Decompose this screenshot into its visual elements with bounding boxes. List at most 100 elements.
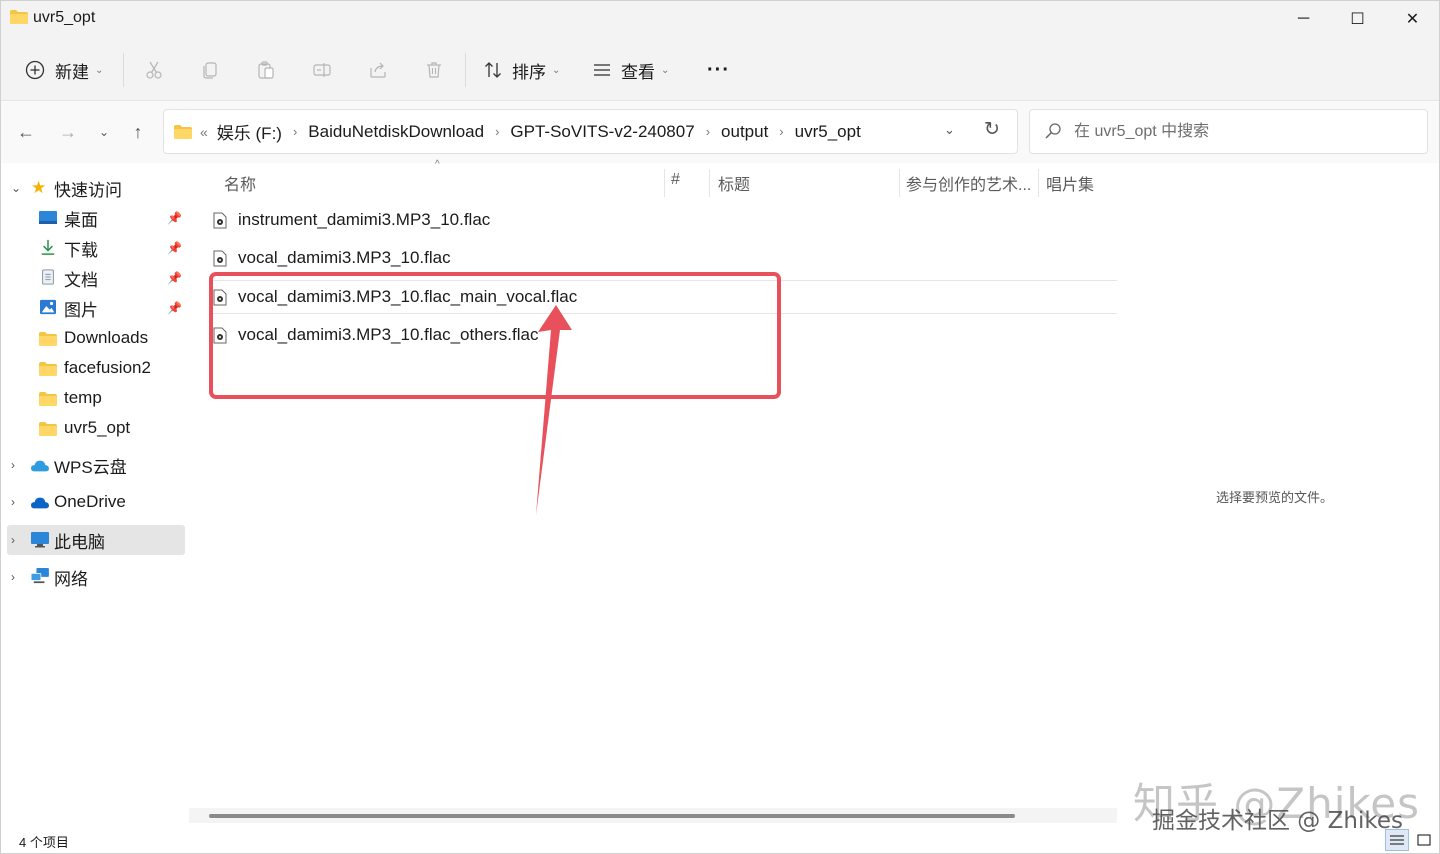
column-divider xyxy=(709,169,710,197)
sidebar-item-downloads-cn[interactable]: 下载 📌 xyxy=(1,233,185,263)
picture-icon xyxy=(40,299,56,315)
column-divider xyxy=(899,169,900,197)
chevron-down-icon: ⌄ xyxy=(98,125,110,139)
more-options-button[interactable]: ··· xyxy=(707,51,730,89)
file-row[interactable]: vocal_damimi3.MP3_10.flac_others.flac xyxy=(209,318,1109,352)
new-button[interactable]: 新建 ⌄ xyxy=(25,51,103,89)
share-button[interactable] xyxy=(363,55,393,85)
file-name: instrument_damimi3.MP3_10.flac xyxy=(238,210,491,229)
sort-icon xyxy=(485,62,501,78)
maximize-button[interactable]: ☐ xyxy=(1330,1,1385,37)
scissors-icon xyxy=(146,61,162,79)
toolbar-divider xyxy=(123,53,124,87)
chevron-right-icon: › xyxy=(705,124,711,139)
chevron-right-icon: › xyxy=(495,124,500,139)
sidebar-item-this-pc[interactable]: › 此电脑 xyxy=(7,525,185,555)
close-button[interactable]: ✕ xyxy=(1385,1,1439,37)
onedrive-icon xyxy=(31,497,49,509)
column-header-artists[interactable]: 参与创作的艺术... xyxy=(906,171,1031,195)
sidebar-item-label: facefusion2 xyxy=(64,358,151,377)
sidebar-item-desktop[interactable]: 桌面 📌 xyxy=(1,203,185,233)
scrollbar-thumb[interactable] xyxy=(209,814,1015,818)
breadcrumb-gpt-sovits[interactable]: GPT-SoVITS-v2-240807 xyxy=(510,122,694,142)
search-box[interactable] xyxy=(1029,109,1428,154)
file-row[interactable]: vocal_damimi3.MP3_10.flac_main_vocal.fla… xyxy=(209,280,1117,314)
cloud-icon xyxy=(31,460,49,472)
sidebar-item-quick-access[interactable]: ⌄ ★ 快速访问 xyxy=(1,173,185,203)
chevron-down-icon: ⌄ xyxy=(95,64,104,76)
cut-button[interactable] xyxy=(139,55,169,85)
sidebar-item-downloads[interactable]: Downloads xyxy=(1,323,185,353)
folder-icon xyxy=(10,10,28,24)
address-bar[interactable]: « 娱乐 (F:) › BaiduNetdiskDownload › GPT-S… xyxy=(163,109,1018,154)
forward-button[interactable]: → xyxy=(53,117,83,147)
audio-file-icon xyxy=(213,289,227,305)
title-bar: uvr5_opt ─ ☐ ✕ xyxy=(1,1,1439,41)
breadcrumb: « 娱乐 (F:) › BaiduNetdiskDownload › GPT-S… xyxy=(200,110,861,153)
chevron-right-icon: › xyxy=(11,570,15,584)
sidebar-item-label: OneDrive xyxy=(54,492,126,511)
recent-locations-button[interactable]: ⌄ xyxy=(89,117,119,147)
chevron-down-icon: ⌄ xyxy=(11,181,22,195)
new-label: 新建 xyxy=(55,62,89,82)
file-row[interactable]: vocal_damimi3.MP3_10.flac xyxy=(209,241,1109,275)
column-divider xyxy=(1038,169,1039,197)
file-row[interactable]: instrument_damimi3.MP3_10.flac xyxy=(209,203,1109,237)
trash-icon xyxy=(427,62,441,78)
close-icon: ✕ xyxy=(1405,11,1420,28)
large-icons-view-button[interactable] xyxy=(1413,829,1435,851)
sort-label: 排序 xyxy=(512,62,546,82)
network-icon xyxy=(31,568,49,584)
column-header-number[interactable]: # xyxy=(671,171,680,189)
toolbar-divider xyxy=(465,53,466,87)
computer-icon xyxy=(31,532,49,548)
refresh-icon[interactable]: ↻ xyxy=(984,118,1000,141)
up-button[interactable]: ↑ xyxy=(123,117,153,147)
sidebar-item-facefusion2[interactable]: facefusion2 xyxy=(1,353,185,383)
rename-icon xyxy=(313,63,331,77)
audio-file-icon xyxy=(213,250,227,266)
rename-button[interactable] xyxy=(307,55,337,85)
chevron-right-icon: › xyxy=(11,533,15,547)
sidebar-item-label: 下载 xyxy=(64,240,98,260)
sidebar-item-label: uvr5_opt xyxy=(64,418,131,437)
breadcrumb-baidunetdisk[interactable]: BaiduNetdiskDownload xyxy=(308,122,484,142)
download-icon xyxy=(41,239,55,255)
sort-button[interactable]: 排序 ⌄ xyxy=(483,51,560,89)
paste-button[interactable] xyxy=(251,55,281,85)
sidebar-item-label: WPS云盘 xyxy=(54,457,127,477)
breadcrumb-overflow[interactable]: « xyxy=(200,124,208,140)
breadcrumb-uvr5-opt[interactable]: uvr5_opt xyxy=(795,122,861,142)
clipboard-icon xyxy=(258,61,274,79)
chevron-right-icon: › xyxy=(11,458,15,472)
horizontal-scrollbar[interactable] xyxy=(189,808,1117,823)
breadcrumb-output[interactable]: output xyxy=(721,122,768,142)
minimize-button[interactable]: ─ xyxy=(1276,1,1331,37)
column-header-title[interactable]: 标题 xyxy=(718,171,750,195)
sidebar-item-onedrive[interactable]: › OneDrive xyxy=(1,487,185,517)
command-bar: 新建 ⌄ 排序 ⌄ 查看 ⌄ ··· xyxy=(1,41,1439,101)
sidebar-item-documents[interactable]: 文档 📌 xyxy=(1,263,185,293)
sidebar-item-temp[interactable]: temp xyxy=(1,383,185,413)
sidebar-item-network[interactable]: › 网络 xyxy=(1,562,185,592)
address-dropdown-icon[interactable]: ⌄ xyxy=(944,122,955,138)
sidebar-item-label: 桌面 xyxy=(64,210,98,230)
item-count: 4 个项目 xyxy=(19,835,69,850)
search-input[interactable] xyxy=(1074,120,1414,144)
column-header-album[interactable]: 唱片集 xyxy=(1046,171,1094,195)
back-button[interactable]: ← xyxy=(11,117,41,147)
breadcrumb-drive[interactable]: 娱乐 (F:) xyxy=(217,119,282,144)
sidebar-item-label: 此电脑 xyxy=(54,532,105,552)
sidebar-item-pictures[interactable]: 图片 📌 xyxy=(1,293,185,323)
navigation-pane: ⌄ ★ 快速访问 桌面 📌 下载 📌 文档 📌 图片 📌 Downloads f… xyxy=(1,163,187,823)
arrow-up-icon: ↑ xyxy=(133,121,143,142)
column-header-name[interactable]: 名称 xyxy=(224,171,256,195)
view-button[interactable]: 查看 ⌄ xyxy=(592,51,669,89)
sidebar-item-wps-cloud[interactable]: › WPS云盘 xyxy=(1,450,185,480)
audio-file-icon xyxy=(213,212,227,228)
delete-button[interactable] xyxy=(419,55,449,85)
copy-button[interactable] xyxy=(195,55,225,85)
sidebar-item-label: 图片 xyxy=(64,300,98,320)
chevron-down-icon: ⌄ xyxy=(661,64,670,76)
sidebar-item-uvr5-opt[interactable]: uvr5_opt xyxy=(1,413,185,443)
